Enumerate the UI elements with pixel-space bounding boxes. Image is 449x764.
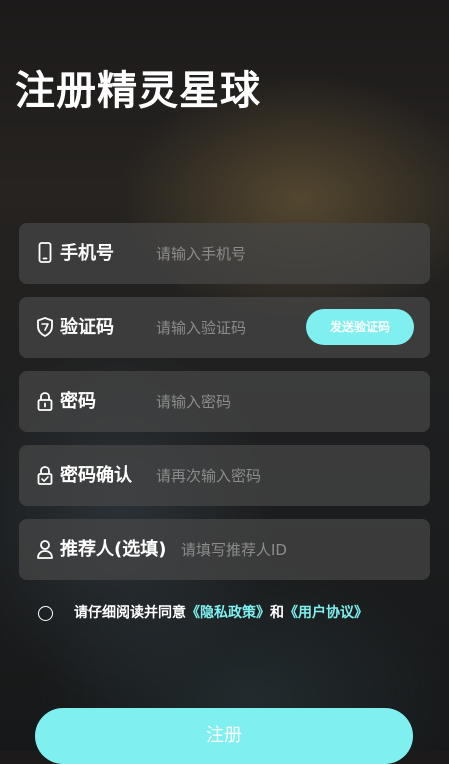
referrer-row: 推荐人(选填) — [19, 519, 430, 580]
referrer-input[interactable] — [179, 534, 413, 566]
send-code-button[interactable]: 发送验证码 — [306, 309, 414, 345]
agreement-text: 请仔细阅读并同意《隐私政策》和《用户协议》 — [74, 602, 368, 624]
confirm-password-row: 密码确认 — [19, 445, 430, 506]
agreement-joiner: 和 — [270, 605, 284, 621]
user-icon — [36, 538, 54, 560]
lock-icon — [36, 390, 54, 412]
confirm-password-label: 密码确认 — [60, 465, 132, 486]
referrer-label: 推荐人(选填) — [60, 539, 167, 560]
shield-icon — [36, 316, 54, 338]
password-label: 密码 — [60, 391, 96, 412]
agreement-prefix: 请仔细阅读并同意 — [74, 605, 186, 621]
page-title: 注册精灵星球 — [15, 68, 261, 114]
lock-check-icon — [36, 464, 54, 486]
phone-label: 手机号 — [60, 243, 114, 264]
privacy-policy-link[interactable]: 《隐私政策》 — [186, 605, 270, 621]
code-input[interactable] — [154, 312, 298, 344]
code-label: 验证码 — [60, 317, 114, 338]
user-agreement-link[interactable]: 《用户协议》 — [284, 605, 368, 621]
code-row: 验证码 发送验证码 — [19, 297, 430, 358]
register-button[interactable]: 注册 — [35, 708, 413, 764]
agree-radio[interactable] — [38, 606, 53, 621]
password-row: 密码 — [19, 371, 430, 432]
confirm-password-input[interactable] — [154, 460, 318, 492]
phone-row: 手机号 — [19, 223, 430, 284]
phone-input[interactable] — [154, 238, 318, 270]
password-input[interactable] — [154, 386, 318, 418]
phone-icon — [36, 242, 54, 264]
